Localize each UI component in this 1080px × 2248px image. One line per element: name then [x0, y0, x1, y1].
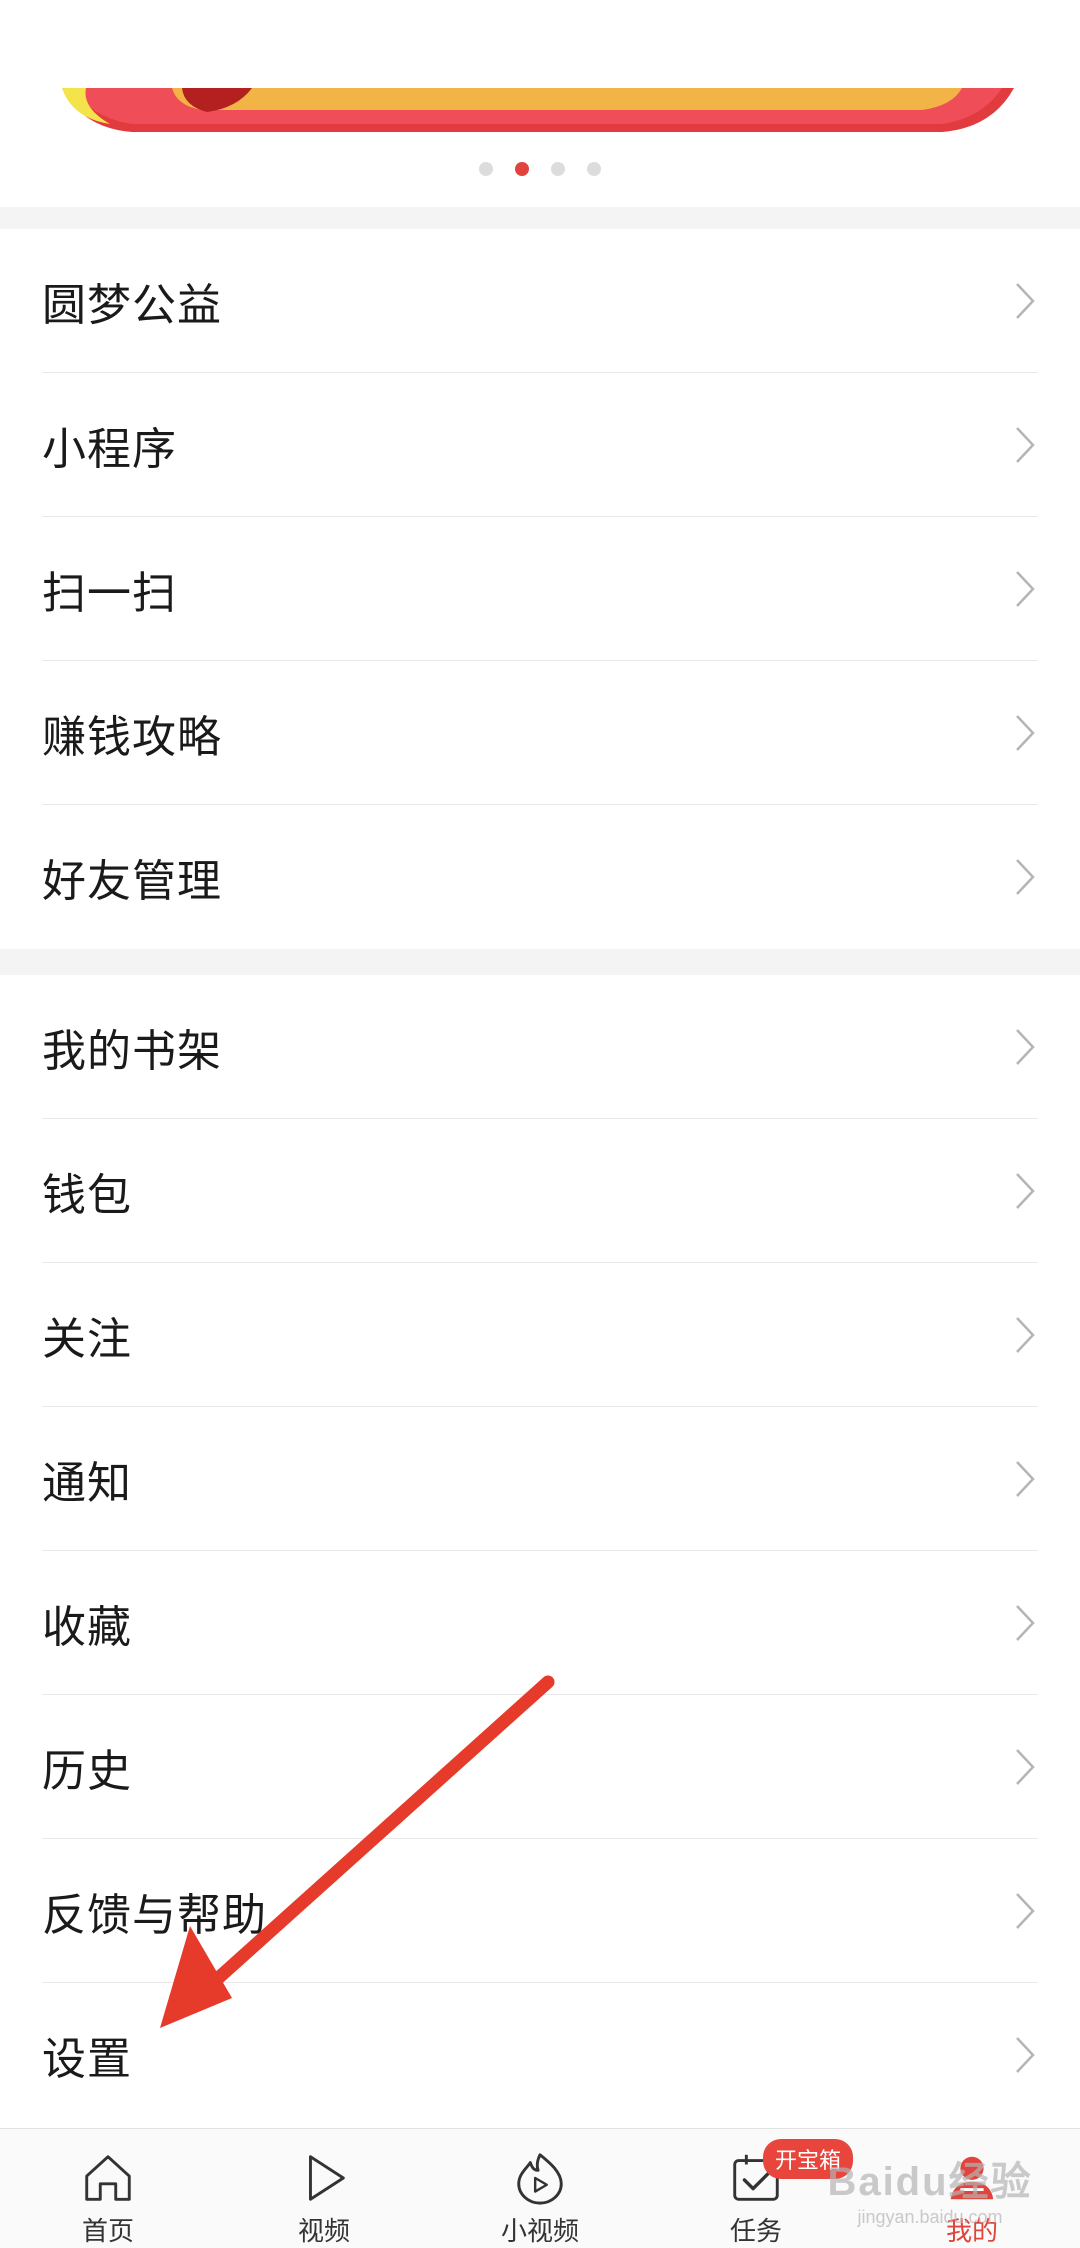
- menu-item-label: 收藏: [42, 1603, 132, 1652]
- chevron-right-icon: [1016, 1173, 1035, 1209]
- menu-item-mini-programs[interactable]: 小程序: [0, 373, 1080, 517]
- section-divider: [0, 949, 1080, 975]
- banner-image[interactable]: [62, 88, 1014, 136]
- tab-label: 首页: [81, 2216, 134, 2246]
- carousel-dot-active[interactable]: [515, 162, 529, 176]
- menu-item-yuanmeng-charity[interactable]: 圆梦公益: [0, 229, 1080, 373]
- watermark-brand: Baidu经验: [827, 2159, 1033, 2204]
- menu-item-label: 关注: [42, 1315, 132, 1364]
- carousel-dot[interactable]: [479, 162, 493, 176]
- menu-item-label: 我的书架: [42, 1027, 222, 1076]
- chevron-right-icon: [1016, 1749, 1035, 1785]
- menu-item-friends[interactable]: 好友管理: [0, 805, 1080, 949]
- tab-home[interactable]: 首页: [0, 2129, 216, 2248]
- menu-group-services: 圆梦公益 小程序 扫一扫 赚钱攻略 好友管理: [0, 229, 1080, 949]
- watermark: Baidu经验 jingyan.baidu.com: [820, 2128, 1040, 2248]
- menu-item-feedback-help[interactable]: 反馈与帮助: [0, 1839, 1080, 1983]
- menu-group-personal: 我的书架 钱包 关注 通知 收藏 历史 反馈与帮助 设置: [0, 975, 1080, 2127]
- flame-play-icon: [517, 2153, 563, 2205]
- menu-item-scan[interactable]: 扫一扫: [0, 517, 1080, 661]
- menu-item-history[interactable]: 历史: [0, 1695, 1080, 1839]
- chevron-right-icon: [1016, 427, 1035, 463]
- tab-label: 小视频: [500, 2216, 579, 2246]
- tab-video[interactable]: 视频: [216, 2129, 432, 2248]
- menu-item-settings[interactable]: 设置: [0, 1983, 1080, 2127]
- menu-item-label: 反馈与帮助: [42, 1891, 267, 1940]
- carousel-dot[interactable]: [551, 162, 565, 176]
- chevron-right-icon: [1016, 1893, 1035, 1929]
- menu-item-wallet[interactable]: 钱包: [0, 1119, 1080, 1263]
- carousel-dots: [0, 162, 1080, 176]
- play-icon: [309, 2155, 345, 2201]
- menu-item-label: 小程序: [42, 425, 177, 474]
- chevron-right-icon: [1016, 859, 1035, 895]
- chevron-right-icon: [1016, 1029, 1035, 1065]
- tab-label: 视频: [297, 2216, 350, 2246]
- chevron-right-icon: [1016, 1317, 1035, 1353]
- chevron-right-icon: [1016, 283, 1035, 319]
- menu-item-label: 赚钱攻略: [42, 713, 222, 762]
- watermark-url: jingyan.baidu.com: [857, 2206, 1003, 2227]
- tab-short-video[interactable]: 小视频: [432, 2129, 648, 2248]
- menu-item-earning-guide[interactable]: 赚钱攻略: [0, 661, 1080, 805]
- carousel-dot[interactable]: [587, 162, 601, 176]
- banner-area: [0, 0, 1080, 207]
- tab-label: 任务: [729, 2216, 782, 2246]
- menu-item-label: 钱包: [42, 1171, 132, 1220]
- menu-item-following[interactable]: 关注: [0, 1263, 1080, 1407]
- section-divider: [0, 207, 1080, 229]
- menu-item-notifications[interactable]: 通知: [0, 1407, 1080, 1551]
- chevron-right-icon: [1016, 2037, 1035, 2073]
- menu-item-label: 设置: [42, 2035, 132, 2084]
- chevron-right-icon: [1016, 715, 1035, 751]
- menu-item-label: 历史: [42, 1747, 132, 1796]
- menu-item-label: 扫一扫: [42, 569, 177, 618]
- chevron-right-icon: [1016, 1461, 1035, 1497]
- menu-item-label: 通知: [42, 1459, 132, 1508]
- chevron-right-icon: [1016, 571, 1035, 607]
- menu-item-label: 好友管理: [42, 857, 222, 906]
- menu-item-label: 圆梦公益: [42, 281, 222, 330]
- menu-item-bookshelf[interactable]: 我的书架: [0, 975, 1080, 1119]
- home-icon: [85, 2155, 131, 2201]
- chevron-right-icon: [1016, 1605, 1035, 1641]
- menu-item-favorites[interactable]: 收藏: [0, 1551, 1080, 1695]
